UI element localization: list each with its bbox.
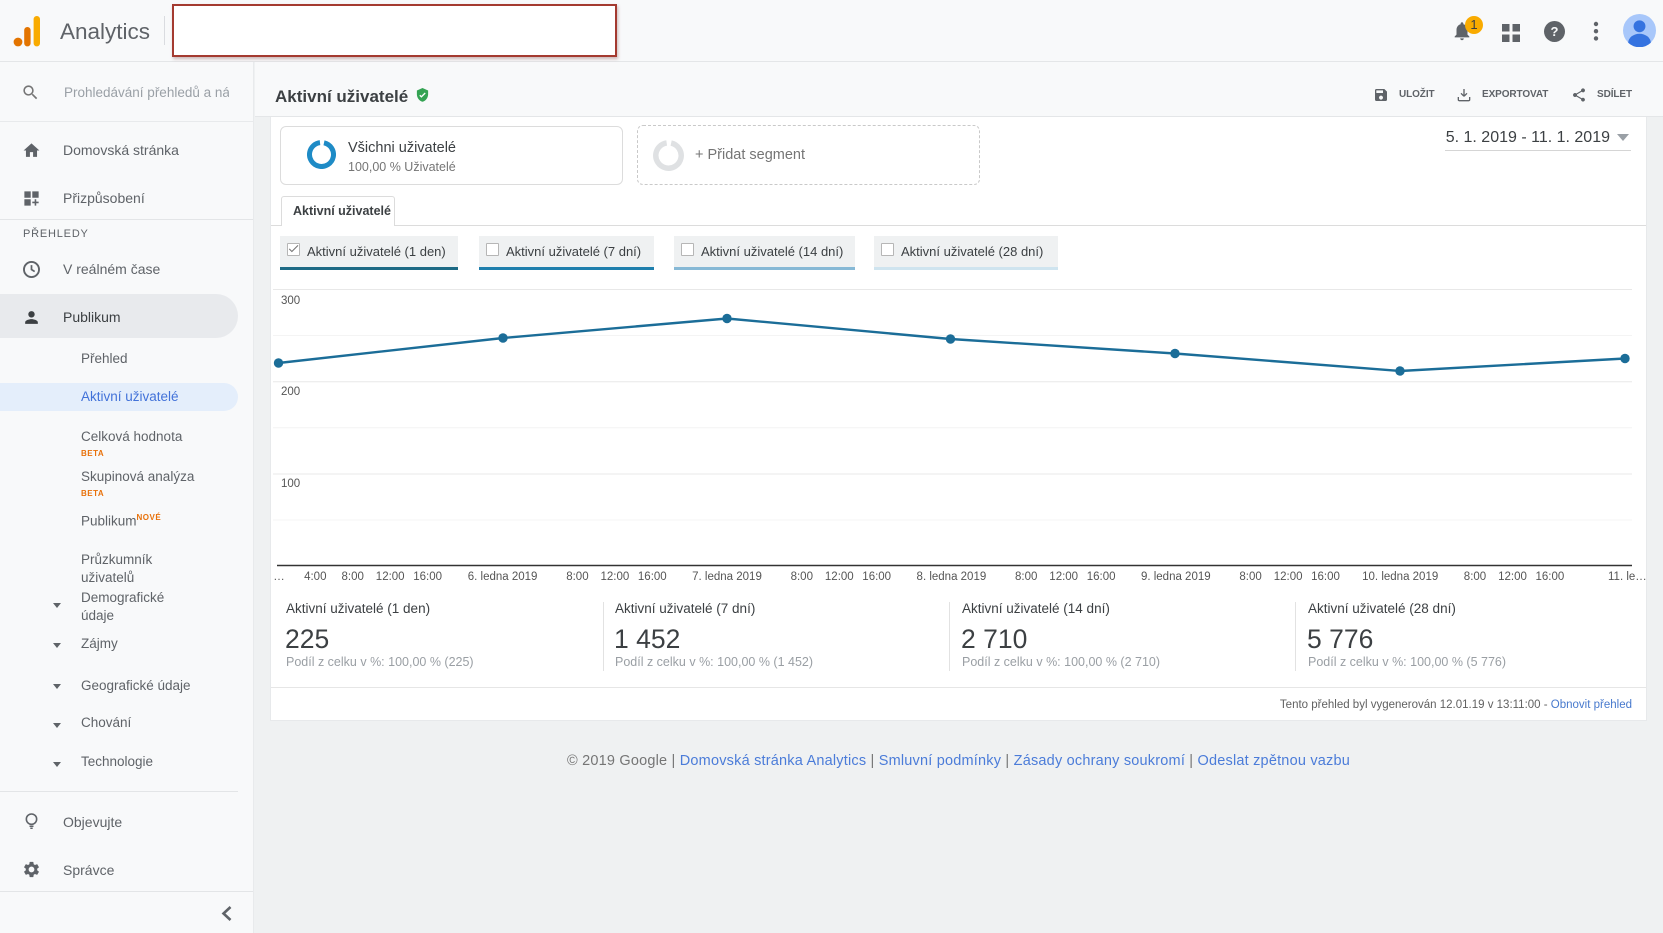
- svg-text:12:00: 12:00: [1274, 571, 1303, 583]
- svg-text:16:00: 16:00: [413, 571, 442, 583]
- svg-text:8:00: 8:00: [1015, 571, 1037, 583]
- svg-text:…: …: [273, 571, 285, 583]
- svg-text:9. ledna 2019: 9. ledna 2019: [1141, 571, 1211, 583]
- svg-text:12:00: 12:00: [825, 571, 854, 583]
- svg-text:4:00: 4:00: [304, 571, 326, 583]
- svg-text:12:00: 12:00: [376, 571, 405, 583]
- svg-text:8:00: 8:00: [1239, 571, 1261, 583]
- svg-text:12:00: 12:00: [601, 571, 630, 583]
- svg-text:100: 100: [281, 478, 300, 490]
- svg-text:8:00: 8:00: [1464, 571, 1486, 583]
- svg-text:10. ledna 2019: 10. ledna 2019: [1362, 571, 1438, 583]
- svg-text:16:00: 16:00: [638, 571, 667, 583]
- svg-text:16:00: 16:00: [1311, 571, 1340, 583]
- svg-text:6. ledna 2019: 6. ledna 2019: [468, 571, 538, 583]
- svg-text:8:00: 8:00: [791, 571, 813, 583]
- svg-text:200: 200: [281, 386, 300, 398]
- svg-text:7. ledna 2019: 7. ledna 2019: [692, 571, 762, 583]
- svg-text:16:00: 16:00: [862, 571, 891, 583]
- svg-text:?: ?: [1551, 24, 1559, 39]
- svg-text:8. ledna 2019: 8. ledna 2019: [917, 571, 987, 583]
- svg-text:300: 300: [281, 295, 300, 307]
- svg-text:16:00: 16:00: [1087, 571, 1116, 583]
- svg-text:12:00: 12:00: [1049, 571, 1078, 583]
- svg-text:8:00: 8:00: [342, 571, 364, 583]
- svg-text:11. le…: 11. le…: [1608, 571, 1647, 583]
- svg-text:16:00: 16:00: [1536, 571, 1565, 583]
- svg-text:8:00: 8:00: [566, 571, 588, 583]
- svg-text:12:00: 12:00: [1498, 571, 1527, 583]
